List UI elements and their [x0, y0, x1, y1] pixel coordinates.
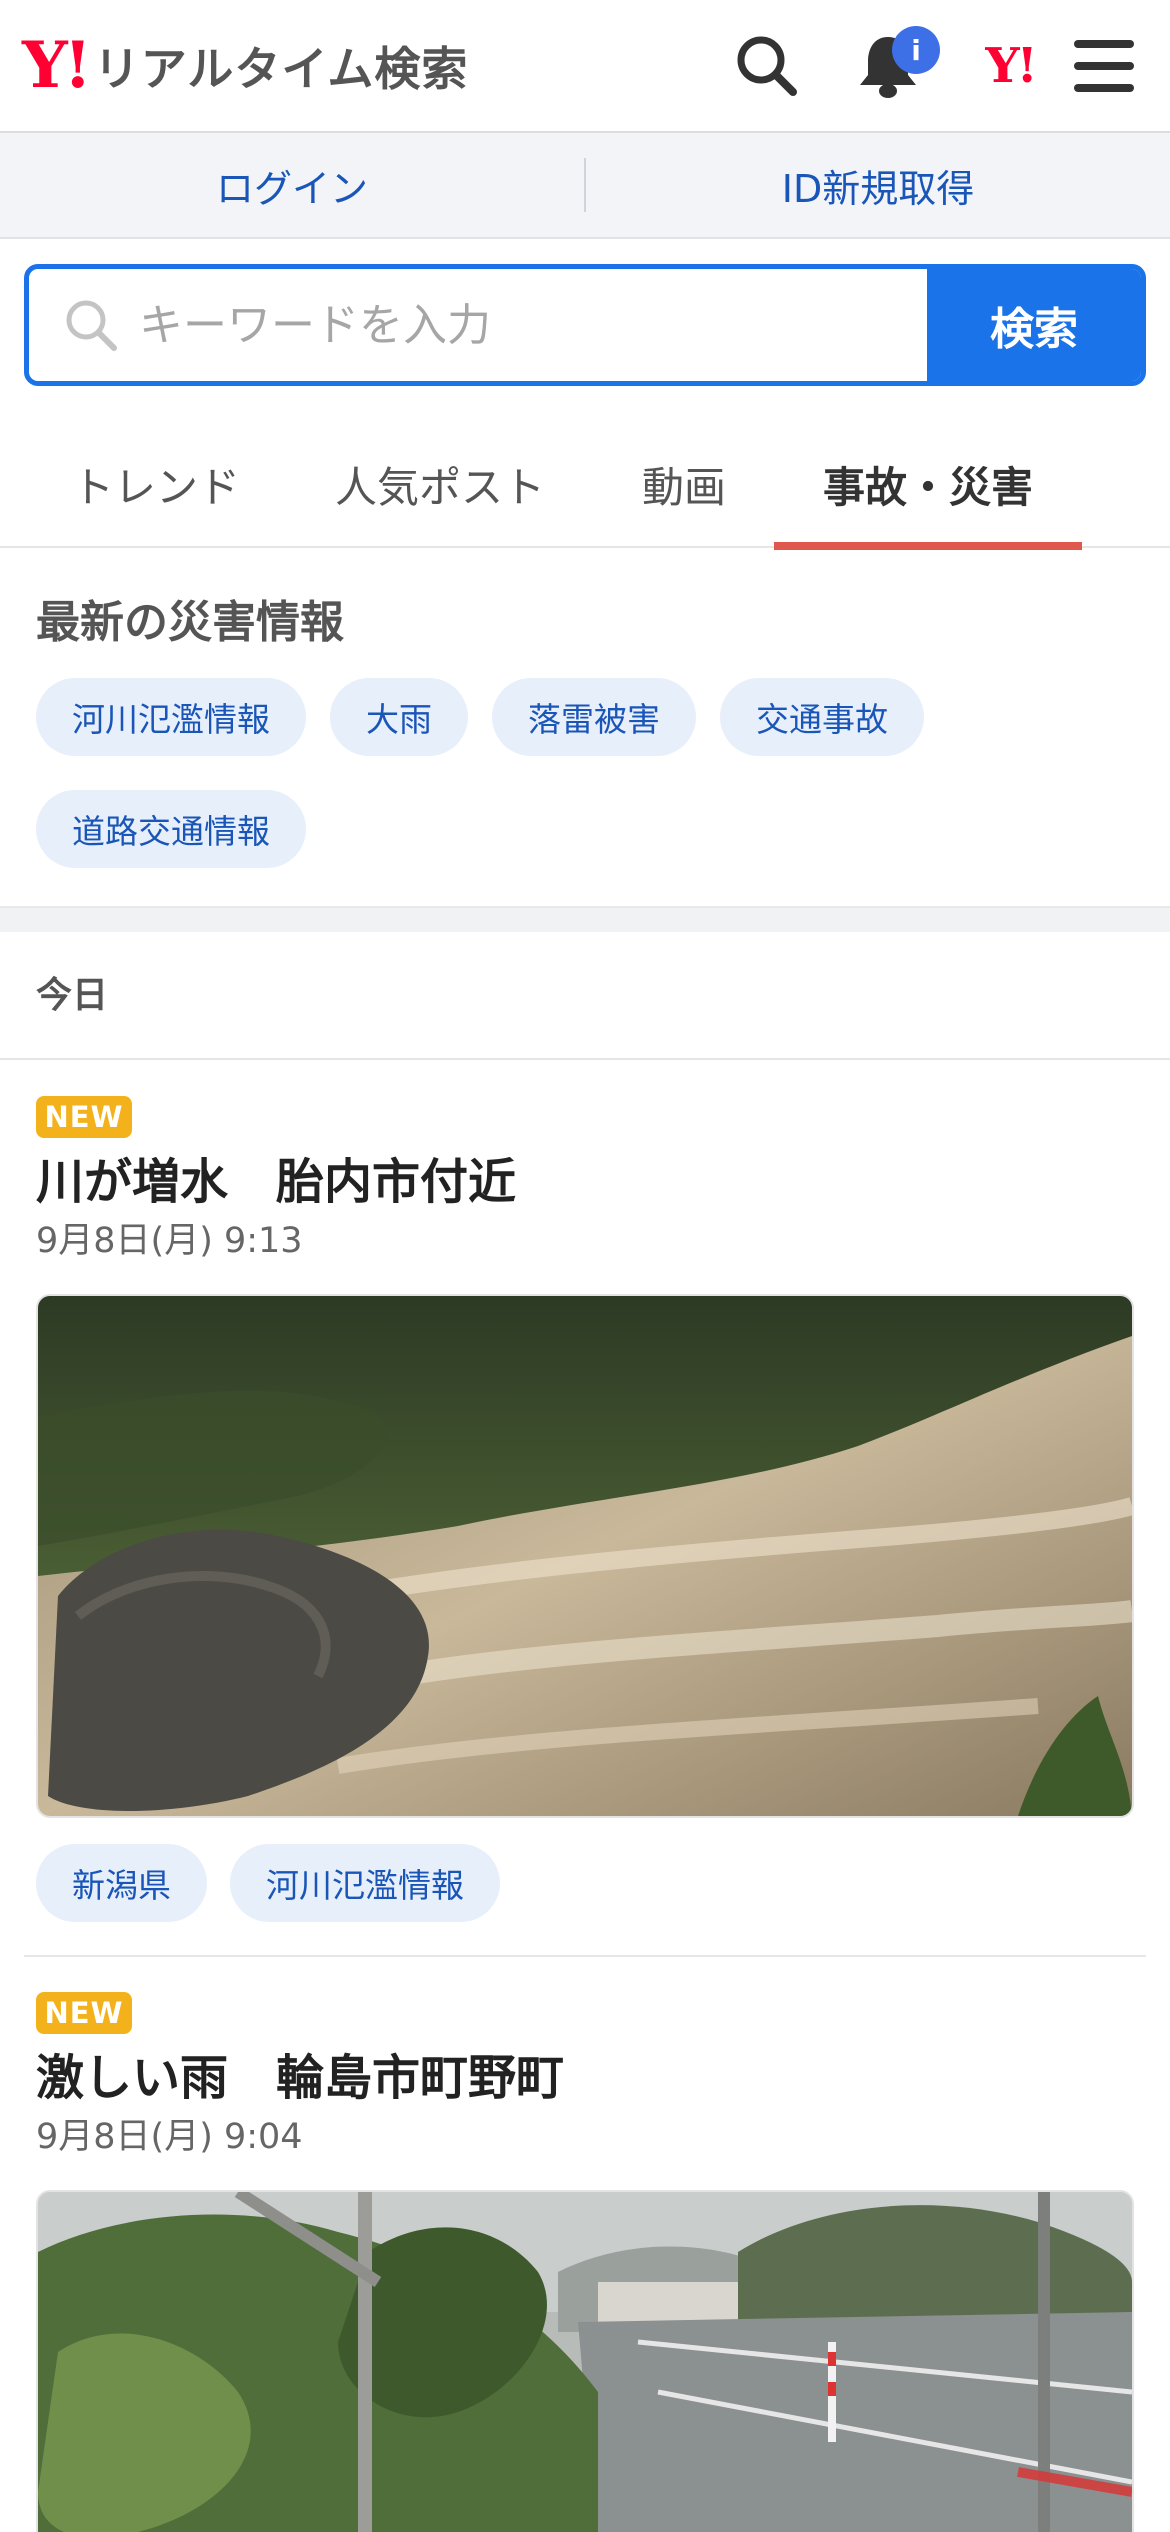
article-date: 9月8日(月) 9:13 — [36, 1221, 303, 1261]
auth-bar: ログイン ID新規取得 — [0, 133, 1170, 239]
divider — [0, 1058, 1170, 1060]
article-title[interactable]: 激しい雨 輪島市町野町 — [36, 2038, 564, 2108]
new-badge: NEW — [36, 1992, 132, 2034]
search-button[interactable]: 検索 — [927, 269, 1141, 381]
tag-niigata[interactable]: 新潟県 — [36, 1844, 207, 1922]
article-title[interactable]: 川が増水 胎内市付近 — [36, 1142, 516, 1212]
new-badge: NEW — [36, 1096, 132, 1138]
yahoo-mark-icon: Y! — [985, 38, 1037, 94]
login-link[interactable]: ログイン — [0, 133, 584, 237]
notification-badge: i — [892, 26, 940, 74]
chip-lightning[interactable]: 落雷被害 — [492, 678, 696, 756]
search-input[interactable] — [29, 269, 927, 381]
chip-road-traffic[interactable]: 道路交通情報 — [36, 790, 306, 868]
yahoo-top-link[interactable]: Y! — [965, 26, 1055, 106]
day-label: 今日 — [36, 975, 109, 1016]
site-title: リアルタイム検索 — [93, 42, 469, 96]
tab-trend[interactable]: トレンド — [36, 420, 276, 548]
tab-video[interactable]: 動画 — [606, 420, 762, 548]
tab-popular-posts[interactable]: 人気ポスト — [320, 420, 560, 548]
article-image-rain[interactable] — [36, 2190, 1134, 2532]
tag-river-flood[interactable]: 河川氾濫情報 — [230, 1844, 500, 1922]
site-logo[interactable]: Y! リアルタイム検索 — [22, 28, 468, 104]
app-header: Y! リアルタイム検索 i Y! — [0, 0, 1170, 133]
menu-icon[interactable] — [1064, 26, 1144, 106]
search-field — [29, 269, 927, 381]
notification-button[interactable]: i — [848, 26, 940, 106]
signup-link[interactable]: ID新規取得 — [586, 133, 1170, 237]
tab-accident-disaster[interactable]: 事故・災害 — [774, 420, 1082, 550]
section-title: 最新の災害情報 — [36, 597, 344, 648]
yahoo-logo: Y! — [22, 28, 92, 103]
search-field-icon — [63, 297, 119, 357]
search-icon[interactable] — [727, 26, 807, 106]
search-bar: 検索 — [24, 264, 1146, 386]
article-date: 9月8日(月) 9:04 — [36, 2117, 303, 2157]
chip-heavy-rain[interactable]: 大雨 — [330, 678, 468, 756]
section-gap — [0, 906, 1170, 932]
category-tabs: トレンド 人気ポスト 動画 事故・災害 — [0, 420, 1170, 550]
chip-river-flood[interactable]: 河川氾濫情報 — [36, 678, 306, 756]
article-image-river[interactable] — [36, 1294, 1134, 1818]
article-divider — [24, 1955, 1146, 1957]
chip-traffic-accident[interactable]: 交通事故 — [720, 678, 924, 756]
